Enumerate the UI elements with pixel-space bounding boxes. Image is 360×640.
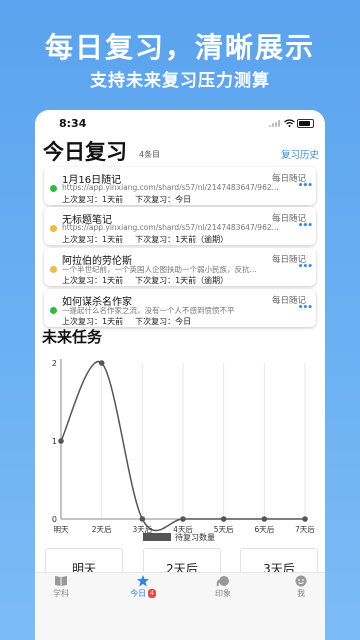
data-point (180, 516, 186, 522)
battery-icon (297, 119, 314, 128)
card-schedule: 上次复习：1天前 下次复习：1天前（逾期） (62, 275, 240, 286)
x-tick-label: 2天后 (92, 524, 112, 534)
card-schedule: 上次复习：1天前 下次复习：1天前（逾期） (62, 234, 240, 245)
card-preview: 一提起什么名作家之流，没有一个人不感到愤愤不平 (62, 306, 235, 315)
last-review: 上次复习：1天前 (62, 276, 124, 285)
y-tick-label: 1 (52, 437, 57, 446)
x-tick-label: 明天 (54, 525, 69, 534)
status-bar: 8:34 (35, 110, 325, 136)
more-icon[interactable]: ••• (298, 181, 313, 191)
status-dot (50, 225, 57, 232)
next-review: 下次复习：1天前（逾期） (135, 235, 229, 244)
review-card[interactable]: 无标题笔记 每日随记 https://app.yinxiang.com/shard/… (44, 207, 316, 245)
tab-impression[interactable]: 印象 (198, 575, 248, 599)
data-point (302, 516, 308, 522)
data-point (98, 360, 105, 366)
last-review: 上次复习：1天前 (62, 235, 124, 244)
y-tick-label: 0 (52, 515, 57, 524)
review-history-link[interactable]: 复习历史 (281, 147, 319, 161)
data-point (58, 438, 64, 444)
more-icon[interactable]: ••• (298, 221, 313, 231)
phone-screen: 8:34 今日复习 4条目 复习历史 1月16日随记 每日随记 https://ap… (35, 110, 325, 640)
elephant-icon (216, 576, 229, 587)
card-schedule: 上次复习：1天前 下次复习：今日 (62, 194, 203, 205)
status-dot (50, 307, 57, 314)
last-review: 上次复习：1天前 (62, 317, 124, 326)
legend-swatch (143, 533, 171, 541)
status-dot (50, 185, 57, 192)
tab-today[interactable]: 今日 4 (118, 575, 168, 599)
promo-title: 每日复习，清晰展示 (44, 31, 315, 64)
more-icon[interactable]: ••• (298, 262, 313, 272)
data-point (139, 516, 146, 522)
legend-label: 待复习数量 (175, 533, 215, 542)
book-icon (55, 576, 67, 586)
tab-label: 今日 (130, 589, 147, 598)
tab-bar: 学科 今日 4 印象 我 (35, 572, 325, 640)
more-icon[interactable]: ••• (298, 303, 313, 313)
next-review: 下次复习：1天前（逾期） (135, 276, 229, 285)
tab-label: 印象 (215, 589, 231, 598)
next-review: 下次复习：今日 (135, 317, 192, 326)
card-preview: https://app.yinxiang.com/shard/s57/nl/21… (62, 223, 279, 232)
review-card[interactable]: 如何谋杀名作家 每日随记 一提起什么名作家之流，没有一个人不感到愤愤不平 ••• 上次复… (44, 289, 316, 327)
wifi-icon (284, 119, 295, 127)
item-count: 4条目 (139, 150, 161, 159)
status-time: 8:34 (59, 117, 87, 130)
tab-label: 我 (297, 589, 305, 598)
review-card[interactable]: 1月16日随记 每日随记 https://app.yinxiang.com/shar… (44, 167, 316, 205)
signal-icon (269, 120, 281, 127)
today-badge: 4 (148, 589, 156, 598)
tab-label: 学科 (53, 589, 69, 598)
page-header: 今日复习 4条目 复习历史 (35, 136, 325, 164)
data-point (261, 516, 268, 522)
card-preview: https://app.yinxiang.com/shard/s57/nl/21… (62, 183, 279, 192)
next-review: 下次复习：今日 (135, 195, 192, 204)
status-dot (50, 266, 57, 273)
review-card[interactable]: 阿拉伯的劳伦斯 每日随记 一个半世纪前，一个英国人企图扶助一个弱小民族，反抗... •… (44, 248, 316, 286)
card-preview: 一个半世纪前，一个英国人企图扶助一个弱小民族，反抗... (62, 265, 257, 274)
promo-subtitle: 支持未来复习压力测算 (90, 71, 270, 91)
tab-subjects[interactable]: 学科 (36, 575, 86, 599)
page-title: 今日复习 (43, 140, 127, 164)
future-tasks-chart: 012明天 2天后 3天后 4天后 5天后 6天后 7天后 (52, 359, 315, 534)
x-tick-label: 6天后 (254, 524, 274, 534)
y-tick-label: 2 (52, 359, 57, 368)
star-icon (137, 575, 149, 587)
last-review: 上次复习：1天前 (62, 195, 124, 204)
tab-me[interactable]: 我 (276, 575, 325, 599)
x-tick-label: 5天后 (214, 524, 234, 534)
profile-icon (295, 575, 307, 587)
data-point (220, 516, 227, 522)
x-tick-label: 7天后 (295, 524, 315, 534)
